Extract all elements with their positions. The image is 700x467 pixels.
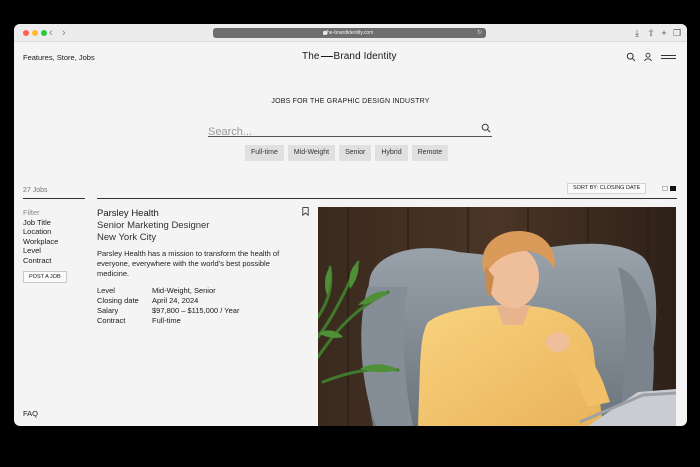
browser-window: ‹ › the-brandidentity.com ↻ ⤓ ⇧ + ❐ Feat…: [14, 24, 687, 426]
detail-key: Level: [97, 286, 115, 295]
job-details: Level Mid-Weight, Senior Closing date Ap…: [97, 286, 239, 326]
chevron-left-icon[interactable]: ‹: [49, 26, 53, 40]
site-logo[interactable]: The Brand Identity: [302, 51, 397, 62]
divider: [23, 198, 85, 199]
logo-text-right: Brand Identity: [333, 51, 397, 62]
divider: [97, 198, 677, 199]
quick-filter-chips: Full-time Mid-Weight Senior Hybrid Remot…: [245, 145, 449, 161]
reload-icon[interactable]: ↻: [477, 28, 482, 38]
filter-level[interactable]: Level: [23, 246, 58, 256]
detail-value: Full-time: [152, 316, 181, 325]
job-search: [208, 122, 492, 139]
detail-key: Salary: [97, 306, 119, 315]
page-tagline: JOBS FOR THE GRAPHIC DESIGN INDUSTRY: [271, 98, 430, 105]
lock-icon: [323, 31, 327, 35]
sort-button[interactable]: SORT BY: CLOSING DATE: [567, 183, 647, 194]
detail-key: Closing date: [97, 296, 139, 305]
browser-toolbar: ‹ › the-brandidentity.com ↻ ⤓ ⇧ + ❐: [14, 24, 687, 42]
detail-row: Level Mid-Weight, Senior: [97, 286, 239, 296]
logo-text-left: The: [302, 51, 320, 62]
detail-key: Contract: [97, 316, 126, 325]
zoom-window-button[interactable]: [41, 30, 47, 36]
job-company[interactable]: Parsley Health: [97, 208, 159, 219]
account-icon[interactable]: [643, 52, 653, 62]
grid-view-icon[interactable]: [662, 186, 668, 191]
search-input[interactable]: [208, 125, 468, 139]
logo-dash: [320, 55, 333, 57]
job-photo[interactable]: [318, 207, 676, 426]
site-nav[interactable]: Features, Store, Jobs: [23, 53, 95, 62]
filter-location[interactable]: Location: [23, 227, 58, 237]
jobs-count: 27 Jobs: [23, 187, 48, 194]
job-title[interactable]: Senior Marketing Designer: [97, 220, 209, 231]
chip-mid-weight[interactable]: Mid-Weight: [287, 145, 336, 161]
filter-contract[interactable]: Contract: [23, 256, 58, 266]
menu-icon[interactable]: [661, 55, 676, 61]
job-location: New York City: [97, 232, 157, 243]
address-url: the-brandidentity.com: [325, 30, 374, 36]
post-job-button[interactable]: POST A JOB: [23, 271, 67, 283]
chip-hybrid[interactable]: Hybrid: [375, 145, 408, 161]
minimize-window-button[interactable]: [32, 30, 38, 36]
detail-row: Salary $97,800 – $115,000 / Year: [97, 306, 239, 316]
filter-job-title[interactable]: Job Title: [23, 218, 58, 228]
bookmark-icon[interactable]: [302, 207, 309, 216]
chip-remote[interactable]: Remote: [411, 145, 449, 161]
detail-value: April 24, 2024: [152, 296, 199, 305]
job-description: Parsley Health has a mission to transfor…: [97, 249, 280, 278]
share-icon[interactable]: ⇧: [646, 27, 656, 39]
chevron-right-icon[interactable]: ›: [62, 26, 66, 40]
search-icon[interactable]: [626, 52, 636, 62]
download-icon[interactable]: ⤓: [632, 27, 642, 39]
close-window-button[interactable]: [23, 30, 29, 36]
chip-senior[interactable]: Senior: [339, 145, 372, 161]
chip-full-time[interactable]: Full-time: [245, 145, 284, 161]
tab-overview-icon[interactable]: ❐: [672, 27, 682, 39]
faq-link[interactable]: FAQ: [23, 409, 38, 418]
detail-value: $97,800 – $115,000 / Year: [152, 306, 240, 315]
filter-heading: Filter: [23, 208, 40, 217]
detail-value: Mid-Weight, Senior: [152, 286, 216, 295]
filter-sidebar: Filter Job Title Location Workplace Leve…: [23, 208, 58, 266]
address-bar[interactable]: the-brandidentity.com ↻: [213, 28, 486, 38]
new-tab-icon[interactable]: +: [659, 27, 669, 39]
search-submit-icon[interactable]: [481, 123, 491, 133]
filter-workplace[interactable]: Workplace: [23, 237, 58, 247]
detail-row: Contract Full-time: [97, 316, 239, 326]
list-view-icon[interactable]: [670, 186, 676, 191]
detail-row: Closing date April 24, 2024: [97, 296, 239, 306]
